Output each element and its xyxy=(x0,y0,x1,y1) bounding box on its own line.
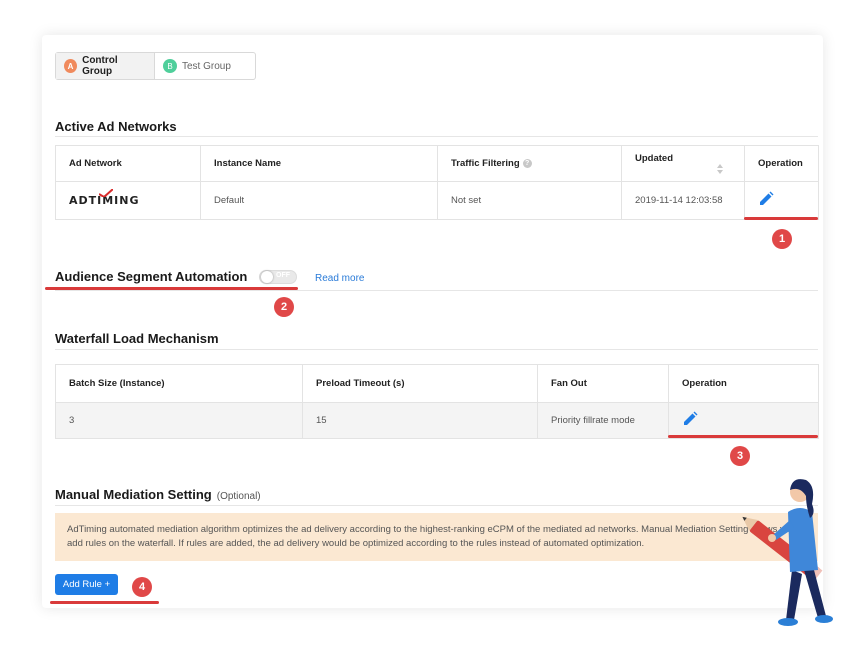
updated-cell: 2019-11-14 12:03:58 xyxy=(621,181,745,220)
active-networks-title: Active Ad Networks xyxy=(55,119,177,134)
operation-cell xyxy=(668,402,819,439)
read-more-link[interactable]: Read more xyxy=(315,273,364,284)
col-operation: Operation xyxy=(744,145,819,182)
edit-pencil-icon[interactable] xyxy=(682,411,698,427)
edit-pencil-icon[interactable] xyxy=(758,191,774,207)
sort-icon[interactable] xyxy=(717,163,723,174)
group-tabs: A Control Group B Test Group xyxy=(55,52,256,80)
table-row: ADTIMING Default Not set 2019-11-14 12:0… xyxy=(55,181,819,220)
tab-test-group[interactable]: B Test Group xyxy=(155,53,239,79)
manual-mediation-title-text: Manual Mediation Setting xyxy=(55,487,212,502)
batch-size-cell: 3 xyxy=(55,402,303,439)
table-header-row: Ad Network Instance Name Traffic Filteri… xyxy=(55,145,819,182)
section-divider xyxy=(55,290,818,291)
audience-title: Audience Segment Automation xyxy=(55,269,248,284)
toggle-knob xyxy=(261,271,273,283)
col-traffic-filtering: Traffic Filtering? xyxy=(437,145,622,182)
callout-underline-2 xyxy=(45,287,298,290)
fan-out-cell: Priority fillrate mode xyxy=(537,402,669,439)
active-networks-table: Ad Network Instance Name Traffic Filteri… xyxy=(55,145,819,220)
col-ad-network: Ad Network xyxy=(55,145,201,182)
col-preload-timeout: Preload Timeout (s) xyxy=(302,364,538,403)
optional-label: (Optional) xyxy=(216,491,261,502)
section-divider xyxy=(55,349,818,350)
section-divider xyxy=(55,505,818,506)
mediation-notice: AdTiming automated mediation algorithm o… xyxy=(55,513,818,561)
preload-timeout-cell: 15 xyxy=(302,402,538,439)
manual-mediation-title: Manual Mediation Setting (Optional) xyxy=(55,487,261,502)
table-row: 3 15 Priority fillrate mode xyxy=(55,402,819,439)
callout-underline-1 xyxy=(744,217,818,220)
tab-control-group[interactable]: A Control Group xyxy=(56,53,155,79)
col-instance-name: Instance Name xyxy=(200,145,438,182)
person-with-pencil-illustration xyxy=(742,479,833,626)
callout-badge-3: 3 xyxy=(730,446,750,466)
tab-control-group-label: Control Group xyxy=(82,55,118,77)
col-traffic-filtering-label: Traffic Filtering xyxy=(451,158,520,169)
operation-cell xyxy=(744,181,819,220)
audience-toggle[interactable]: OFF xyxy=(259,270,297,284)
section-divider xyxy=(55,136,818,137)
toggle-state-label: OFF xyxy=(276,272,290,279)
callout-underline-4 xyxy=(50,601,159,604)
col-operation: Operation xyxy=(668,364,819,403)
group-b-badge: B xyxy=(163,59,177,73)
col-batch-size: Batch Size (Instance) xyxy=(55,364,303,403)
instance-name-cell: Default xyxy=(200,181,438,220)
callout-badge-1: 1 xyxy=(772,229,792,249)
network-logo-cell: ADTIMING xyxy=(55,181,201,220)
waterfall-table: Batch Size (Instance) Preload Timeout (s… xyxy=(55,364,819,439)
adtiming-logo: ADTIMING xyxy=(69,189,140,207)
waterfall-title: Waterfall Load Mechanism xyxy=(55,331,219,346)
traffic-filtering-cell: Not set xyxy=(437,181,622,220)
col-updated-label: Updated xyxy=(635,152,673,164)
col-fan-out: Fan Out xyxy=(537,364,669,403)
callout-underline-3 xyxy=(668,435,818,438)
callout-badge-4: 4 xyxy=(132,577,152,597)
table-header-row: Batch Size (Instance) Preload Timeout (s… xyxy=(55,364,819,403)
tab-test-group-label: Test Group xyxy=(182,60,231,72)
group-a-badge: A xyxy=(64,59,78,73)
info-icon[interactable]: ? xyxy=(522,158,532,168)
add-rule-button[interactable]: Add Rule + xyxy=(55,574,118,595)
callout-badge-2: 2 xyxy=(274,297,294,317)
col-updated[interactable]: Updated xyxy=(621,145,745,182)
